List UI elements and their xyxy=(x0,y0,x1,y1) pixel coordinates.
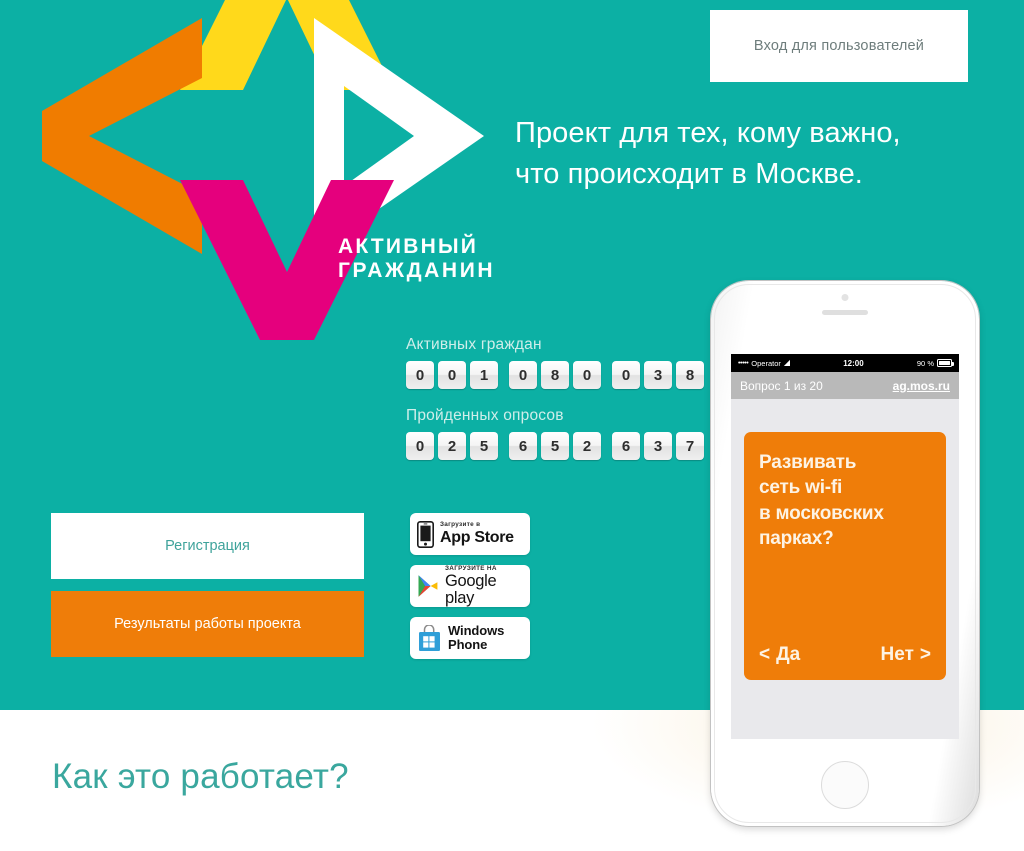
counter-label: Пройденных опросов xyxy=(406,407,564,424)
question-line-1: Развивать xyxy=(759,452,857,473)
store-badges: Загрузите в App Store ЗАГРУЗИТЕ НА Googl… xyxy=(410,513,530,659)
digit-group: 0 0 1 xyxy=(406,361,498,389)
digit: 3 xyxy=(644,361,672,389)
digit: 0 xyxy=(573,361,601,389)
phone-mockup: ••••• Operator ◢ 12:00 90 % Вопрос 1 из … xyxy=(711,281,979,826)
counter-digits: 0 2 5 6 5 2 6 3 7 xyxy=(406,432,704,460)
status-bar-left: ••••• Operator ◢ xyxy=(738,359,790,368)
digit: 6 xyxy=(509,432,537,460)
logo-mark xyxy=(14,0,514,350)
logo-word-line-2: ГРАЖДАНИН xyxy=(338,259,496,282)
digit-group: 0 2 5 xyxy=(406,432,498,460)
question-progress-label: Вопрос 1 из 20 xyxy=(740,378,823,393)
digit: 7 xyxy=(676,432,704,460)
chevron-right-icon: > xyxy=(919,644,931,665)
windows-store-icon xyxy=(417,624,442,652)
badge-main-text-line-2: Phone xyxy=(448,637,488,652)
badge-text: ЗАГРУЗИТЕ НА Google play xyxy=(445,565,523,607)
battery-percent-label: 90 % xyxy=(916,358,934,368)
phone-speaker-icon xyxy=(822,310,868,315)
question-line-2: сеть wi-fi xyxy=(759,477,843,499)
chevron-left-icon: < xyxy=(759,644,771,665)
digit: 8 xyxy=(541,361,569,389)
landing-page: АКТИВНЫЙ ГРАЖДАНИН Вход для пользователе… xyxy=(0,0,1024,851)
counters: Активных граждан 0 0 1 0 8 0 0 3 8 Пройд… xyxy=(406,336,704,460)
phone-camera-icon xyxy=(841,294,849,301)
digit: 2 xyxy=(438,432,466,460)
logo-wordmark: АКТИВНЫЙ ГРАЖДАНИН xyxy=(338,236,495,281)
login-button[interactable]: Вход для пользователей xyxy=(710,10,968,82)
hero-tagline: Проект для тех, кому важно, что происход… xyxy=(515,113,985,195)
answer-no-label: Нет xyxy=(880,644,914,665)
digit: 0 xyxy=(612,361,640,389)
digit-group: 6 3 7 xyxy=(612,432,704,460)
digit: 0 xyxy=(406,432,434,460)
answer-no-button[interactable]: Нет > xyxy=(881,644,931,666)
digit: 3 xyxy=(644,432,672,460)
digit: 5 xyxy=(470,432,498,460)
phone-screen: ••••• Operator ◢ 12:00 90 % Вопрос 1 из … xyxy=(731,354,959,739)
counter-completed-polls: Пройденных опросов 0 2 5 6 5 2 6 3 7 xyxy=(406,407,704,460)
phone-nav-bar: Вопрос 1 из 20 ag.mos.ru xyxy=(731,372,959,399)
question-answers: < Да Нет > xyxy=(759,644,931,666)
digit: 0 xyxy=(509,361,537,389)
answer-yes-button[interactable]: < Да xyxy=(759,644,800,666)
digit: 0 xyxy=(406,361,434,389)
tagline-line-2: что происходит в Москве. xyxy=(515,158,863,191)
digit-group: 0 8 0 xyxy=(509,361,601,389)
google-play-icon xyxy=(417,574,439,598)
phone-home-button[interactable] xyxy=(821,761,869,809)
counter-label: Активных граждан xyxy=(406,336,542,353)
digit-group: 6 5 2 xyxy=(509,432,601,460)
digit: 1 xyxy=(470,361,498,389)
badge-top-text: Загрузите в xyxy=(440,521,481,529)
battery-icon xyxy=(937,359,954,367)
status-bar-right: 90 % xyxy=(916,358,954,368)
answer-yes-label: Да xyxy=(776,644,801,665)
badge-text: Windows Phone xyxy=(448,622,505,652)
question-card: Развивать сеть wi-fi в московских парках… xyxy=(744,432,946,680)
site-url-link[interactable]: ag.mos.ru xyxy=(893,379,950,393)
digit-group: 0 3 8 xyxy=(612,361,704,389)
logo-word-line-1: АКТИВНЫЙ xyxy=(338,235,479,258)
apple-iphone-icon xyxy=(417,520,434,548)
status-bar-time: 12:00 xyxy=(843,358,864,368)
question-text: Развивать сеть wi-fi в московских парках… xyxy=(759,450,931,552)
digit: 8 xyxy=(676,361,704,389)
badge-main-text: App Store xyxy=(440,528,514,546)
project-results-button[interactable]: Результаты работы проекта xyxy=(51,591,364,657)
how-it-works-heading: Как это работает? xyxy=(52,757,349,796)
digit: 5 xyxy=(541,432,569,460)
digit: 2 xyxy=(573,432,601,460)
windows-phone-badge[interactable]: Windows Phone xyxy=(410,617,530,659)
phone-status-bar: ••••• Operator ◢ 12:00 90 % xyxy=(731,354,959,372)
counter-digits: 0 0 1 0 8 0 0 3 8 xyxy=(406,361,704,389)
question-line-4: парках? xyxy=(759,528,834,550)
badge-main-text: Google play xyxy=(445,572,497,607)
app-store-badge[interactable]: Загрузите в App Store xyxy=(410,513,530,555)
register-button[interactable]: Регистрация xyxy=(51,513,364,579)
counter-active-citizens: Активных граждан 0 0 1 0 8 0 0 3 8 xyxy=(406,336,704,389)
digit: 6 xyxy=(612,432,640,460)
badge-text: Загрузите в App Store xyxy=(440,521,514,546)
digit: 0 xyxy=(438,361,466,389)
signal-dots-icon: ••••• xyxy=(738,359,749,367)
badge-main-text-line-1: Windows xyxy=(448,622,505,638)
google-play-badge[interactable]: ЗАГРУЗИТЕ НА Google play xyxy=(410,565,530,607)
question-line-3: в московских xyxy=(759,502,884,524)
tagline-line-1: Проект для тех, кому важно, xyxy=(515,117,901,149)
carrier-label: Operator xyxy=(751,358,781,368)
